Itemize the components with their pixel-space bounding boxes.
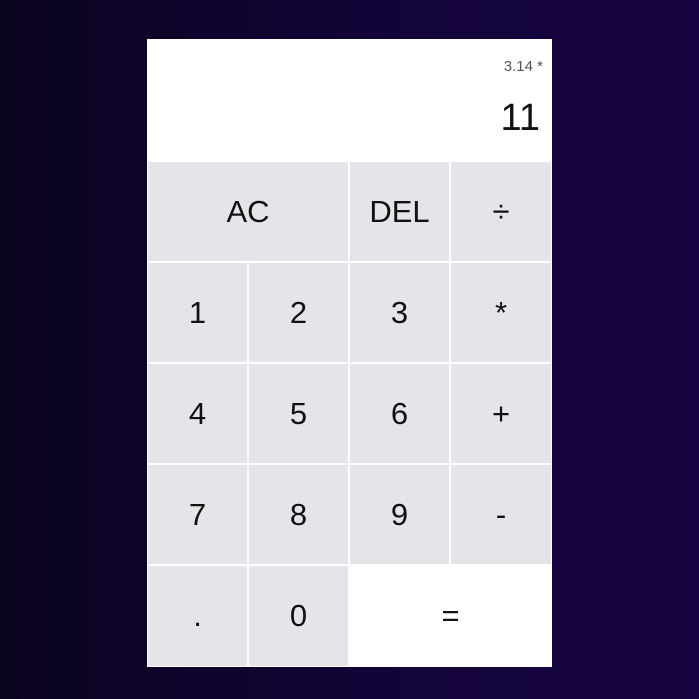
multiply-button[interactable]: * bbox=[450, 262, 552, 363]
digit-1-button[interactable]: 1 bbox=[147, 262, 248, 363]
digit-4-button[interactable]: 4 bbox=[147, 363, 248, 464]
previous-operand: 3.14 * bbox=[503, 58, 543, 75]
subtract-button[interactable]: - bbox=[450, 464, 552, 565]
all-clear-button[interactable]: AC bbox=[147, 161, 349, 262]
current-operand: 11 bbox=[500, 97, 540, 139]
digit-5-button[interactable]: 5 bbox=[248, 363, 349, 464]
digit-6-button[interactable]: 6 bbox=[349, 363, 450, 464]
digit-3-button[interactable]: 3 bbox=[349, 262, 450, 363]
digit-2-button[interactable]: 2 bbox=[248, 262, 349, 363]
delete-button[interactable]: DEL bbox=[349, 161, 450, 262]
digit-0-button[interactable]: 0 bbox=[248, 565, 349, 667]
calculator: 3.14 * 11 AC DEL ÷ 1 2 3 * 4 5 6 + 7 8 9… bbox=[147, 39, 552, 667]
add-button[interactable]: + bbox=[450, 363, 552, 464]
decimal-point-button[interactable]: . bbox=[147, 565, 248, 667]
divide-button[interactable]: ÷ bbox=[450, 161, 552, 262]
digit-9-button[interactable]: 9 bbox=[349, 464, 450, 565]
display-panel: 3.14 * 11 bbox=[147, 39, 552, 161]
digit-8-button[interactable]: 8 bbox=[248, 464, 349, 565]
equals-button[interactable]: = bbox=[349, 565, 552, 667]
digit-7-button[interactable]: 7 bbox=[147, 464, 248, 565]
